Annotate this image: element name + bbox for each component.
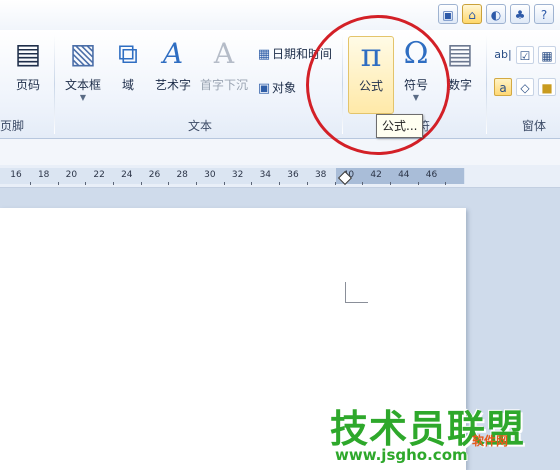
ruler-tick-label: 34 [259, 170, 272, 180]
field-button[interactable]: ⧉ 域 [110, 36, 146, 114]
object-icon: ▣ [257, 81, 271, 96]
ruler-tick [140, 182, 142, 185]
ruler-tick-label: 30 [204, 170, 216, 180]
group-divider [486, 34, 487, 134]
drop-cap-icon: A [213, 37, 235, 70]
margin-corner-mark [345, 282, 368, 303]
ruler-tick [306, 182, 308, 185]
ruler-tick-label: 44 [398, 170, 410, 180]
lock-icon[interactable]: ■ [538, 78, 556, 96]
browser-icon[interactable]: ◐ [486, 4, 506, 24]
object-button[interactable]: ▣ 对象 [256, 78, 296, 98]
calendar-icon: ▦ [257, 47, 271, 62]
ruler-tick [445, 182, 447, 185]
page-number-icon: ▤ [14, 37, 42, 70]
drop-cap-button[interactable]: A 首字下沉 [198, 36, 250, 114]
title-bar: ▣ ⌂ ◐ ♣ ? [0, 0, 560, 30]
group-label-header-footer: 页脚 [0, 119, 25, 133]
text-box-button[interactable]: ▧ 文本框 ▼ [60, 36, 106, 114]
group-label-text: 文本 [188, 119, 213, 133]
ruler-tick-label: 18 [37, 170, 50, 180]
ruler-tick [362, 182, 364, 185]
ruler-tick [223, 182, 225, 185]
ruler-tick [57, 182, 59, 185]
list-icon[interactable]: ▦ [538, 46, 556, 64]
group-divider [54, 34, 55, 134]
watermark-url: www.jsgho.com [335, 446, 468, 464]
form-shading-icon[interactable]: a [494, 78, 512, 96]
ruler-tick-label: 32 [231, 170, 244, 180]
ruler-tick [168, 182, 170, 185]
ruler-tick [279, 182, 281, 185]
watermark-corner: 软件网 [472, 434, 509, 448]
skin-icon[interactable]: ♣ [510, 4, 530, 24]
ruler-tick-label: 42 [370, 170, 382, 180]
ruler-tick-label: 26 [148, 170, 161, 180]
page-number-button[interactable]: ▤ 页码 [8, 36, 48, 114]
ruler-tick-label: 22 [93, 170, 105, 180]
home-icon[interactable]: ⌂ [462, 4, 482, 24]
help-icon[interactable]: ? [534, 4, 554, 24]
group-label-window: 窗体 [522, 119, 547, 133]
field-icon: ⧉ [118, 37, 138, 70]
ruler-tick-label: 36 [287, 170, 299, 180]
ruler-tick [29, 182, 31, 185]
ruler-tick [389, 182, 391, 185]
chevron-down-icon: ▼ [79, 93, 87, 102]
word-art-icon: A [162, 37, 184, 70]
word-art-button[interactable]: A 艺术字 [150, 36, 196, 114]
ribbon: ▤ 页码 页脚 ▧ 文本框 ▼ ⧉ 域 A 艺术字 A 首字下沉 ▦ 日期和时间 … [0, 30, 560, 139]
ruler-tick-label: 20 [65, 170, 78, 180]
ruler-tick-label: 46 [425, 170, 438, 180]
checkbox-icon[interactable]: ☑ [516, 46, 534, 64]
ruler-tick [417, 182, 419, 185]
ruler-tick [251, 182, 253, 185]
ruler-tick [196, 182, 198, 185]
ruler-tick-label: 24 [121, 170, 133, 180]
window-switch-icon[interactable]: ▣ [438, 4, 458, 24]
ruler-tick [334, 182, 336, 185]
ruler-tick [112, 182, 114, 185]
quick-icons: ▣ ⌂ ◐ ♣ ? [438, 4, 554, 24]
ruler-tick-label: 38 [314, 170, 327, 180]
text-box-icon: ▧ [69, 37, 97, 70]
ruler-tick [85, 182, 87, 185]
text-field-icon[interactable]: ab| [494, 46, 512, 64]
eraser-icon[interactable]: ◇ [516, 78, 534, 96]
ruler-tick-label: 16 [10, 170, 22, 180]
ruler-tick-label: 28 [176, 170, 188, 180]
tooltip: 公式... [376, 114, 424, 138]
